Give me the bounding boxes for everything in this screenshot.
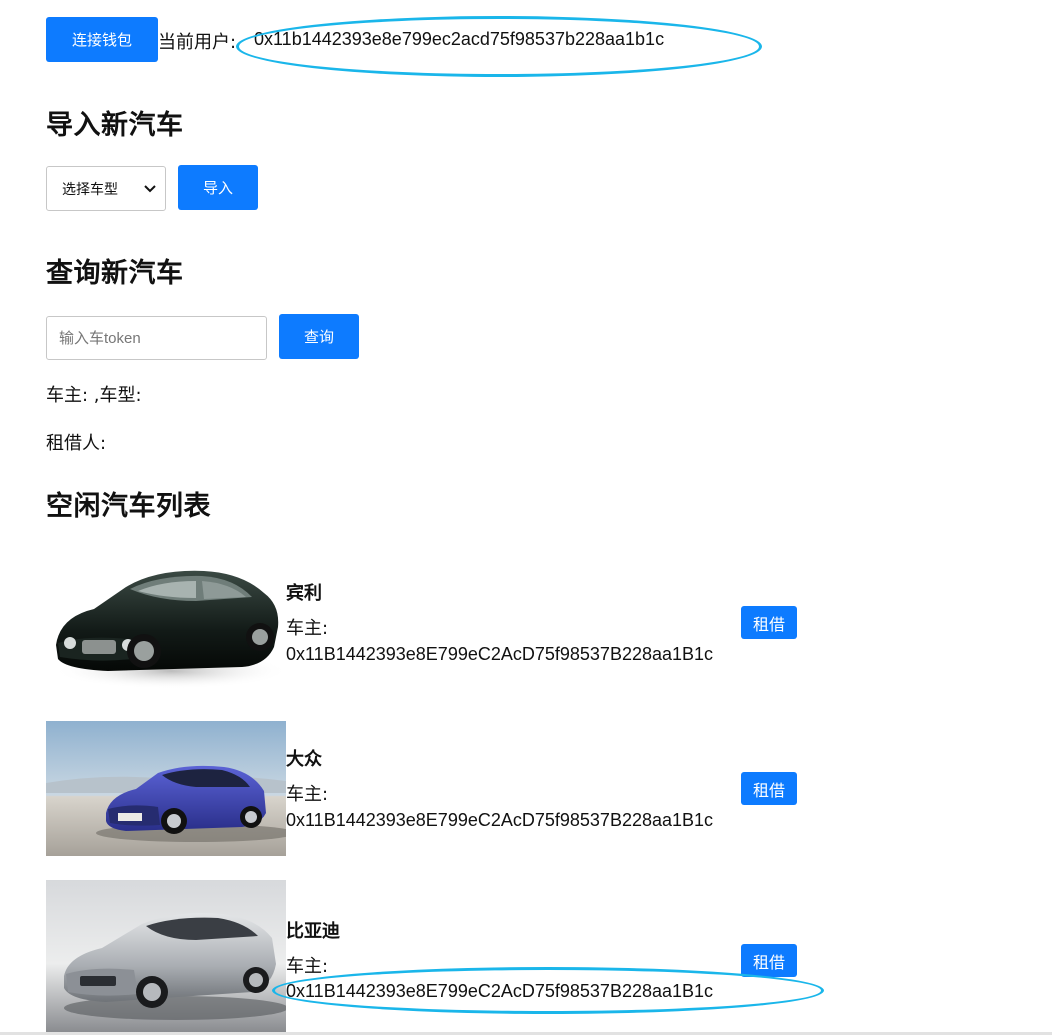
car-image-byd	[46, 880, 286, 1032]
current-user-label: 当前用户:	[158, 32, 237, 53]
car-list-title: 空闲汽车列表	[46, 491, 211, 522]
rent-button[interactable]: 租借	[741, 772, 797, 805]
rent-button[interactable]: 租借	[741, 944, 797, 977]
import-section-title: 导入新汽车	[46, 110, 184, 141]
chevron-down-icon	[144, 185, 156, 193]
car-owner-label: 车主:	[286, 956, 329, 977]
car-token-input[interactable]	[46, 316, 267, 360]
car-image-volkswagen	[46, 721, 286, 856]
car-owner-label: 车主:	[286, 618, 329, 639]
query-section-title: 查询新汽车	[46, 258, 184, 289]
car-owner-address: 0x11B1442393e8E799eC2AcD75f98537B228aa1B…	[286, 981, 714, 1001]
car-type-select-value: 选择车型	[62, 181, 118, 198]
car-name: 大众	[286, 749, 322, 770]
rent-button[interactable]: 租借	[741, 606, 797, 639]
car-owner-address: 0x11B1442393e8E799eC2AcD75f98537B228aa1B…	[286, 644, 714, 664]
current-user-address: 0x11b1442393e8e799ec2acd75f98537b228aa1b…	[254, 29, 665, 49]
car-type-select[interactable]: 选择车型	[46, 166, 166, 211]
import-button[interactable]: 导入	[178, 165, 258, 210]
car-name: 宾利	[286, 583, 322, 604]
query-owner-model-line: 车主: ,车型:	[46, 385, 142, 406]
car-owner-address: 0x11B1442393e8E799eC2AcD75f98537B228aa1B…	[286, 810, 714, 830]
connect-wallet-button[interactable]: 连接钱包	[46, 17, 158, 62]
car-name: 比亚迪	[286, 921, 340, 942]
query-borrower-line: 租借人:	[46, 433, 107, 454]
query-button[interactable]: 查询	[279, 314, 359, 359]
car-image-bentley	[46, 547, 286, 696]
car-owner-label: 车主:	[286, 784, 329, 805]
